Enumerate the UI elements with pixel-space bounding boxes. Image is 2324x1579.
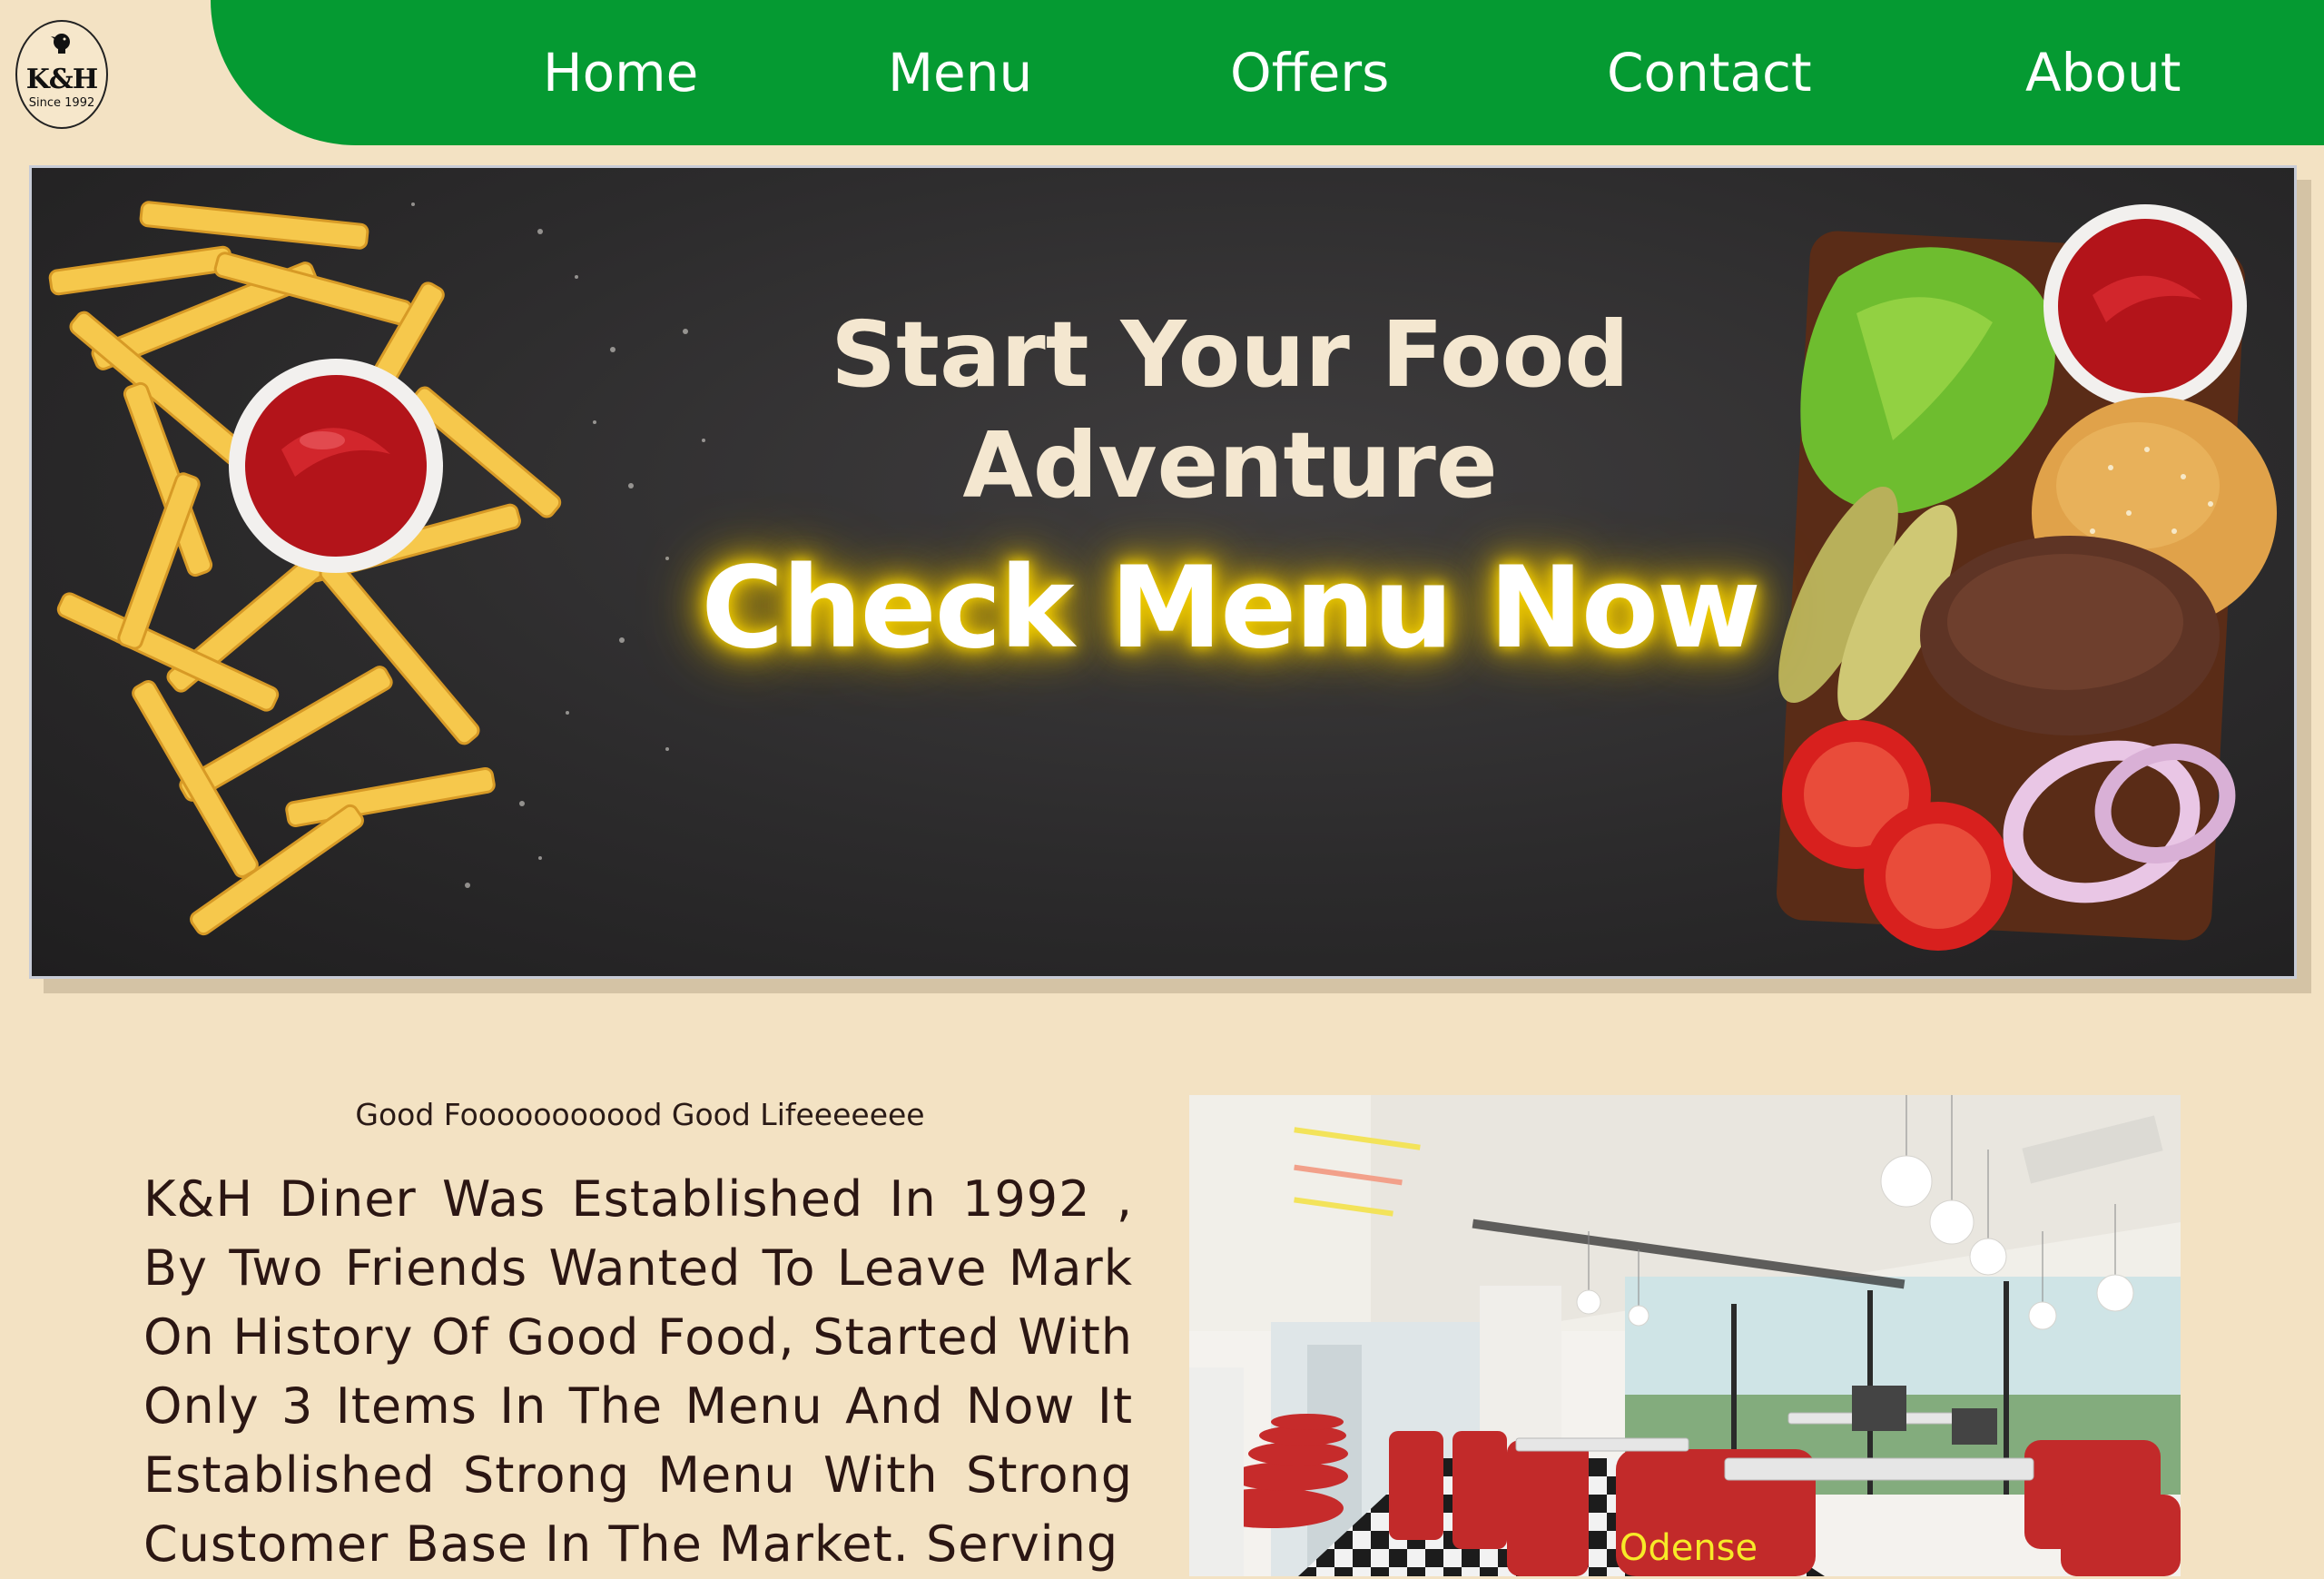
- nav-about[interactable]: About: [2025, 38, 2181, 107]
- nav-menu[interactable]: Menu: [888, 38, 1032, 107]
- site-header: K&H Since 1992 Home Menu Offers Contact …: [0, 0, 2324, 145]
- nav-home[interactable]: Home: [543, 38, 698, 107]
- diner-illustration: [1189, 1095, 2181, 1576]
- hero-title: Start Your Food Adventure: [685, 300, 1775, 521]
- bird-logo-icon: [51, 34, 70, 54]
- tagline: Good Fooooooooood Good Lifeeeeeee: [355, 1097, 925, 1132]
- logo-since: Since 1992: [28, 96, 95, 110]
- ketchup-bowl-left: [229, 359, 443, 573]
- logo-brand: K&H: [25, 64, 99, 95]
- check-menu-now-button[interactable]: Check Menu Now: [540, 540, 1920, 676]
- diner-interior-image: [1189, 1095, 2181, 1576]
- hero-title-line2: Adventure: [962, 412, 1498, 518]
- nav-contact[interactable]: Contact: [1607, 38, 1812, 107]
- hero-banner: Start Your Food Adventure Check Menu Now: [29, 165, 2297, 979]
- nav-offers[interactable]: Offers: [1230, 38, 1389, 107]
- logo[interactable]: K&H Since 1992: [15, 20, 108, 129]
- about-paragraph: K&H Diner Was Established In 1992 , By T…: [143, 1170, 1133, 1573]
- fries: [48, 201, 562, 936]
- main-navbar: Home Menu Offers Contact About: [211, 0, 2324, 145]
- image-caption: Odense: [1619, 1527, 1758, 1569]
- hero-title-line1: Start Your Food: [831, 301, 1630, 408]
